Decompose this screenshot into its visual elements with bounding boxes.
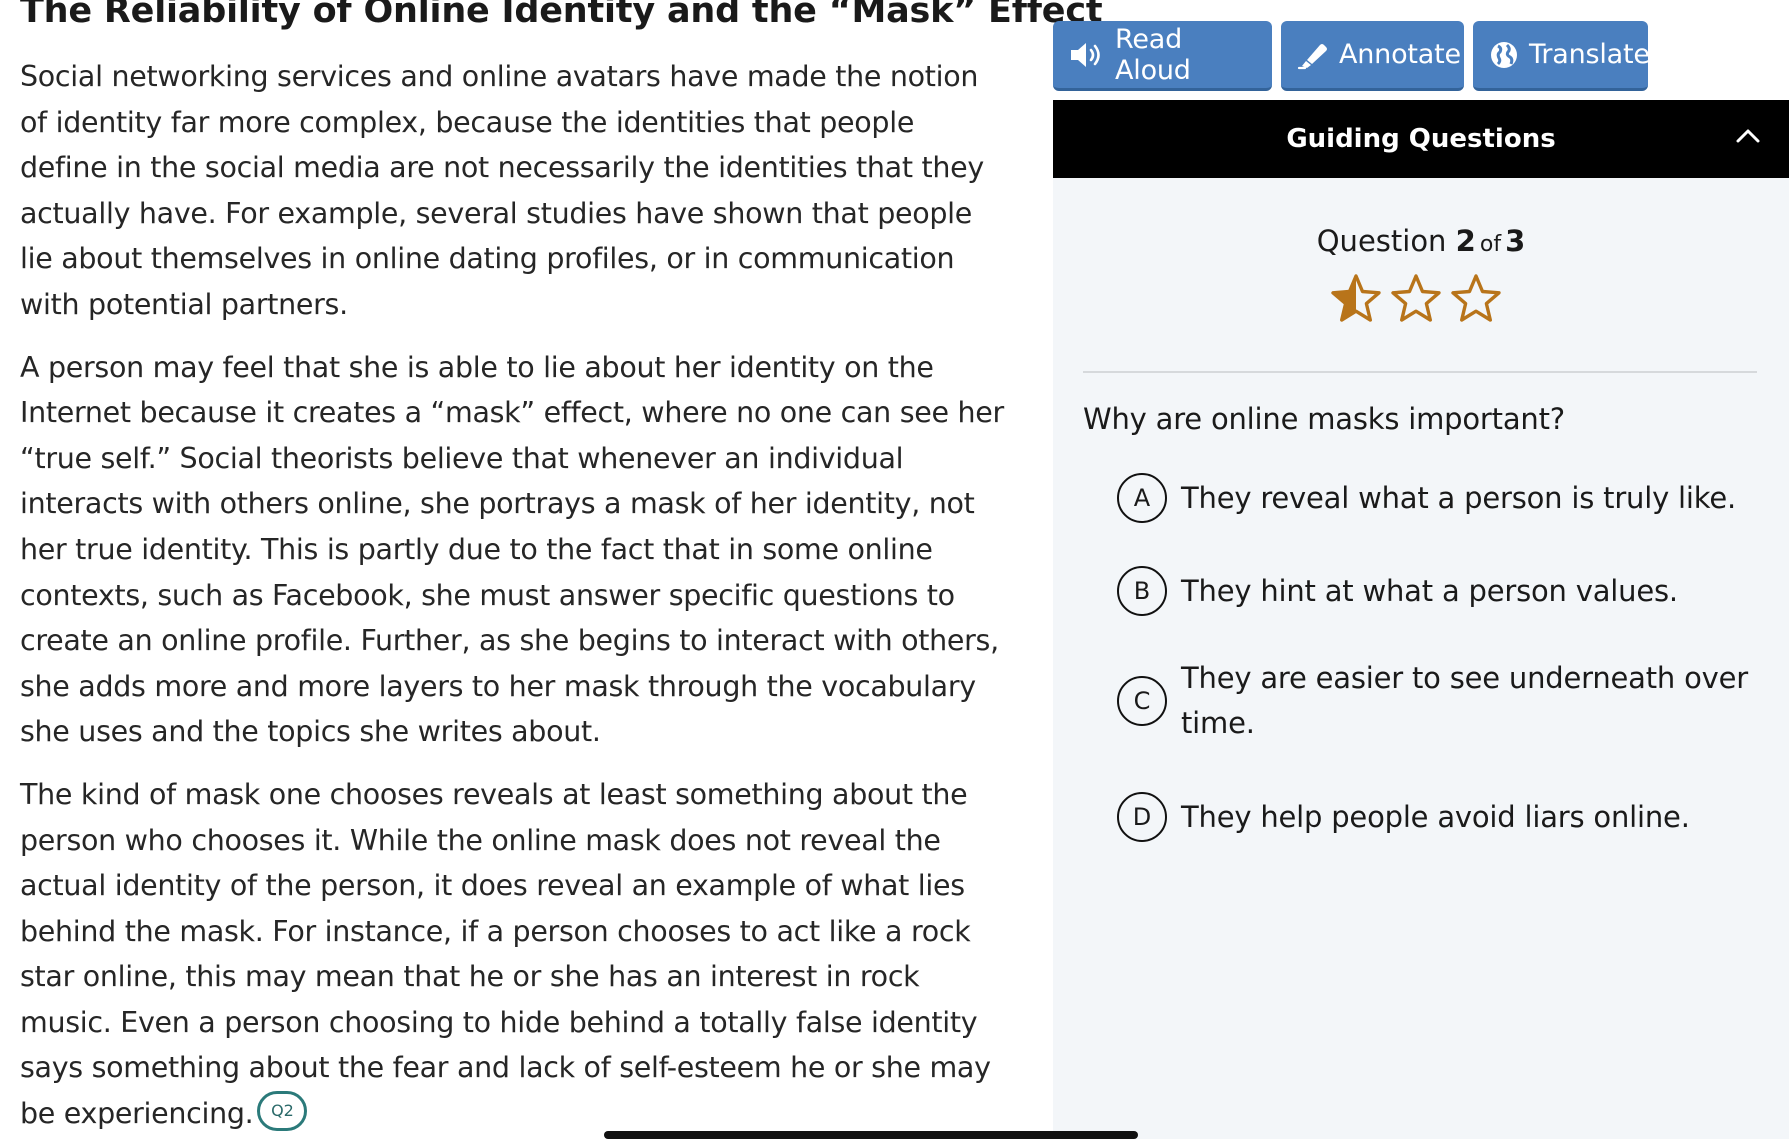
guiding-questions-title: Guiding Questions bbox=[1286, 124, 1556, 154]
option-letter: D bbox=[1117, 792, 1167, 842]
divider bbox=[1083, 371, 1757, 373]
article-paragraph-1: Social networking services and online av… bbox=[20, 60, 984, 321]
annotate-button[interactable]: Annotate bbox=[1281, 21, 1464, 91]
option-text: They help people avoid liars online. bbox=[1181, 799, 1690, 834]
home-indicator[interactable] bbox=[604, 1131, 1138, 1139]
option-text: They hint at what a person values. bbox=[1181, 573, 1678, 608]
option-text: They reveal what a person is truly like. bbox=[1181, 480, 1736, 515]
option-letter: A bbox=[1117, 473, 1167, 523]
question-label: Question bbox=[1316, 224, 1447, 258]
article-paragraph-3-text: The kind of mask one chooses reveals at … bbox=[20, 777, 991, 1131]
question-marker-q2[interactable]: Q2 bbox=[257, 1091, 308, 1132]
read-aloud-label: Read Aloud bbox=[1115, 23, 1191, 86]
option-letter: C bbox=[1117, 676, 1167, 726]
globe-icon bbox=[1491, 41, 1517, 68]
star-rating bbox=[1329, 273, 1503, 325]
article: The Reliability of Online Identity and t… bbox=[20, 0, 1103, 1137]
option-text: They are easier to see underneath over t… bbox=[1181, 661, 1748, 740]
article-paragraph-3: The kind of mask one chooses reveals at … bbox=[20, 772, 1010, 1137]
answer-option-a[interactable]: A They reveal what a person is truly lik… bbox=[1117, 473, 1757, 523]
answer-option-c[interactable]: C They are easier to see underneath over… bbox=[1117, 656, 1757, 746]
star-half-icon bbox=[1331, 274, 1381, 322]
read-aloud-button[interactable]: Read Aloud bbox=[1053, 21, 1272, 91]
reading-toolbar: Read Aloud Annotate Translate bbox=[1053, 21, 1650, 91]
guiding-questions-header[interactable]: Guiding Questions bbox=[1053, 100, 1789, 178]
question-text: Why are online masks important? bbox=[1083, 402, 1565, 436]
answer-option-d[interactable]: D They help people avoid liars online. bbox=[1117, 792, 1757, 842]
question-current: 2 bbox=[1455, 224, 1476, 258]
translate-label: Translate bbox=[1529, 39, 1650, 70]
annotate-label: Annotate bbox=[1339, 39, 1461, 70]
answer-option-b[interactable]: B They hint at what a person values. bbox=[1117, 566, 1757, 616]
article-paragraph-2: A person may feel that she is able to li… bbox=[20, 350, 1004, 749]
star-empty-icon bbox=[1451, 274, 1501, 322]
highlighter-icon bbox=[1297, 43, 1327, 69]
star-empty-icon bbox=[1391, 274, 1441, 322]
question-total: 3 bbox=[1505, 224, 1526, 258]
chevron-up-icon[interactable] bbox=[1735, 126, 1761, 144]
option-letter: B bbox=[1117, 566, 1167, 616]
translate-button[interactable]: Translate bbox=[1473, 21, 1650, 91]
article-title: The Reliability of Online Identity and t… bbox=[20, 0, 1103, 31]
guiding-questions-panel: Question 2 of 3 Why are online masks impor… bbox=[1053, 178, 1789, 1139]
speaker-icon bbox=[1071, 42, 1100, 67]
question-counter: Question 2 of 3 bbox=[1053, 224, 1789, 258]
question-of-label: of bbox=[1479, 232, 1502, 257]
